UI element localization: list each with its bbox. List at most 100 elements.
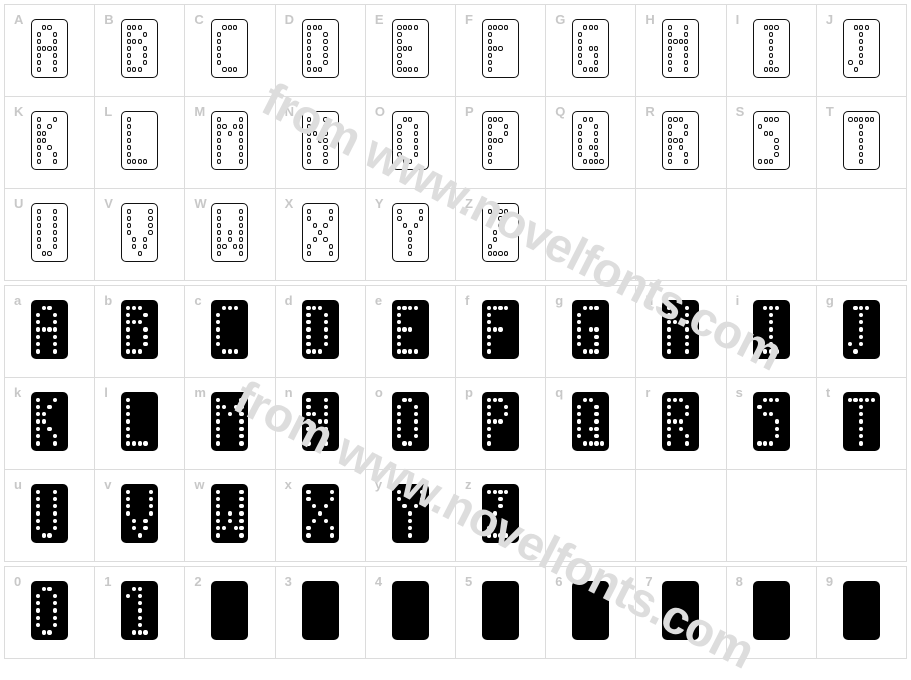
glyph-dot-empty <box>419 621 425 628</box>
glyph-dot-empty <box>780 403 786 410</box>
glyph-cell-uppercase[interactable]: Y <box>365 189 457 281</box>
glyph-dot-empty <box>599 432 605 439</box>
glyph-dot-empty <box>509 524 515 531</box>
glyph-cell-uppercase[interactable]: G <box>546 5 637 97</box>
glyph-cell-lowercase[interactable]: y <box>365 470 457 562</box>
glyph-dot-empty <box>148 144 153 151</box>
domino-tile <box>752 19 790 78</box>
glyph-cell-uppercase[interactable]: H <box>636 5 727 97</box>
glyph-cell-lowercase[interactable]: a <box>5 286 96 378</box>
glyph-cell-lowercase[interactable]: o <box>365 378 457 470</box>
glyph-cell-digits[interactable]: 0 <box>5 567 96 659</box>
glyph-cell-uppercase[interactable]: I <box>726 5 817 97</box>
glyph-dot-empty <box>58 333 64 340</box>
glyph-cell-uppercase[interactable]: X <box>275 189 366 281</box>
glyph-cell-digits[interactable]: 7 <box>636 567 727 659</box>
glyph-cell-uppercase[interactable]: B <box>95 5 186 97</box>
glyph-dot-empty <box>58 243 63 250</box>
glyph-dot-empty <box>329 600 335 607</box>
glyph-cell-lowercase[interactable]: b <box>95 286 186 378</box>
glyph-dot-empty <box>599 319 605 326</box>
glyph-cell-uppercase[interactable]: E <box>365 5 457 97</box>
glyph-cell-uppercase[interactable]: L <box>95 97 186 189</box>
glyph-cell-lowercase[interactable]: t <box>816 378 908 470</box>
glyph-cell-lowercase[interactable]: e <box>365 286 457 378</box>
glyph-dot-empty <box>239 319 245 326</box>
glyph-dot-empty <box>58 38 63 45</box>
glyph-cell-lowercase[interactable]: k <box>5 378 96 470</box>
glyph-cell-uppercase[interactable]: V <box>95 189 186 281</box>
glyph-cell-lowercase[interactable]: v <box>95 470 186 562</box>
glyph-cell-lowercase[interactable]: q <box>546 378 637 470</box>
glyph-dot-empty <box>239 614 245 621</box>
glyph-cell-uppercase[interactable]: D <box>275 5 366 97</box>
glyph-dot-empty <box>599 116 604 123</box>
glyph-dot-empty <box>509 144 514 151</box>
glyph-cell-uppercase[interactable]: M <box>185 97 276 189</box>
glyph-cell-uppercase[interactable]: C <box>185 5 276 97</box>
glyph-cell-uppercase[interactable]: Z <box>456 189 547 281</box>
glyph-cell-lowercase[interactable]: w <box>185 470 276 562</box>
glyph-dot-empty <box>238 66 243 73</box>
glyph-cell-lowercase[interactable]: p <box>456 378 547 470</box>
glyph-cell-digits[interactable]: 9 <box>816 567 908 659</box>
glyph-label: 5 <box>465 574 473 589</box>
glyph-cell-uppercase[interactable]: K <box>5 97 96 189</box>
glyph-cell-uppercase[interactable]: W <box>185 189 276 281</box>
glyph-cell-digits[interactable]: 5 <box>456 567 547 659</box>
glyph-dot-empty <box>599 59 604 66</box>
glyph-cell-uppercase[interactable]: U <box>5 189 96 281</box>
glyph-cell-uppercase[interactable]: A <box>5 5 96 97</box>
glyph-cell-lowercase[interactable]: x <box>275 470 366 562</box>
glyph-cell-uppercase[interactable]: N <box>275 97 366 189</box>
glyph-cell-lowercase[interactable]: u <box>5 470 96 562</box>
glyph-cell-lowercase[interactable]: m <box>185 378 276 470</box>
glyph-cell-uppercase[interactable]: Q <box>546 97 637 189</box>
glyph-block-uppercase: A B C D E F G H I J K L M N O P Q R S T U V W X Y Z <box>4 4 908 281</box>
glyph-cell-digits[interactable]: 3 <box>275 567 366 659</box>
glyph-dot-empty <box>509 59 514 66</box>
glyph-cell-uppercase[interactable]: T <box>816 97 908 189</box>
glyph-cell-lowercase[interactable]: z <box>456 470 547 562</box>
glyph-cell-lowercase[interactable]: r <box>636 378 727 470</box>
glyph-cell-uppercase[interactable]: R <box>636 97 727 189</box>
glyph-cell-lowercase[interactable]: c <box>185 286 276 378</box>
glyph-dot-empty <box>509 425 515 432</box>
glyph-dot-empty <box>148 45 153 52</box>
glyph-dot-empty <box>148 403 154 410</box>
glyph-cell-lowercase[interactable]: g <box>546 286 637 378</box>
glyph-cell-lowercase[interactable]: l <box>95 378 186 470</box>
glyph-cell-uppercase[interactable]: J <box>816 5 908 97</box>
glyph-cell-lowercase[interactable]: s <box>726 378 817 470</box>
glyph-dot-empty <box>58 585 64 592</box>
glyph-dot-empty <box>870 348 876 355</box>
domino-tile <box>301 392 339 451</box>
glyph-cell-uppercase[interactable]: F <box>456 5 547 97</box>
glyph-cell-lowercase[interactable]: i <box>726 286 817 378</box>
glyph-cell-digits[interactable]: 4 <box>365 567 457 659</box>
glyph-dot-empty <box>689 151 694 158</box>
glyph-dot-empty <box>509 116 514 123</box>
glyph-cell-lowercase[interactable]: g <box>816 286 908 378</box>
glyph-cell-digits[interactable]: 6 <box>546 567 637 659</box>
glyph-cell-lowercase[interactable]: n <box>275 378 366 470</box>
glyph-cell-digits[interactable]: 8 <box>726 567 817 659</box>
glyph-cell-lowercase[interactable]: d <box>275 286 366 378</box>
glyph-cell-lowercase[interactable]: h <box>636 286 727 378</box>
glyph-cell-digits[interactable]: 2 <box>185 567 276 659</box>
glyph-label: H <box>645 12 655 27</box>
glyph-dot-empty <box>419 532 425 539</box>
glyph-cell-uppercase[interactable]: S <box>726 97 817 189</box>
glyph-cell-uppercase[interactable]: P <box>456 97 547 189</box>
glyph-dot-empty <box>509 614 515 621</box>
glyph-dot-empty <box>328 24 333 31</box>
glyph-dot-empty <box>328 38 333 45</box>
glyph-dot-empty <box>780 592 786 599</box>
glyph-cell-lowercase[interactable]: f <box>456 286 547 378</box>
glyph-dot-empty <box>509 440 515 447</box>
glyph-label: o <box>374 385 383 400</box>
dot-matrix <box>753 392 790 451</box>
glyph-dot-empty <box>689 38 694 45</box>
glyph-cell-uppercase[interactable]: O <box>365 97 457 189</box>
glyph-cell-digits[interactable]: 1 <box>95 567 186 659</box>
